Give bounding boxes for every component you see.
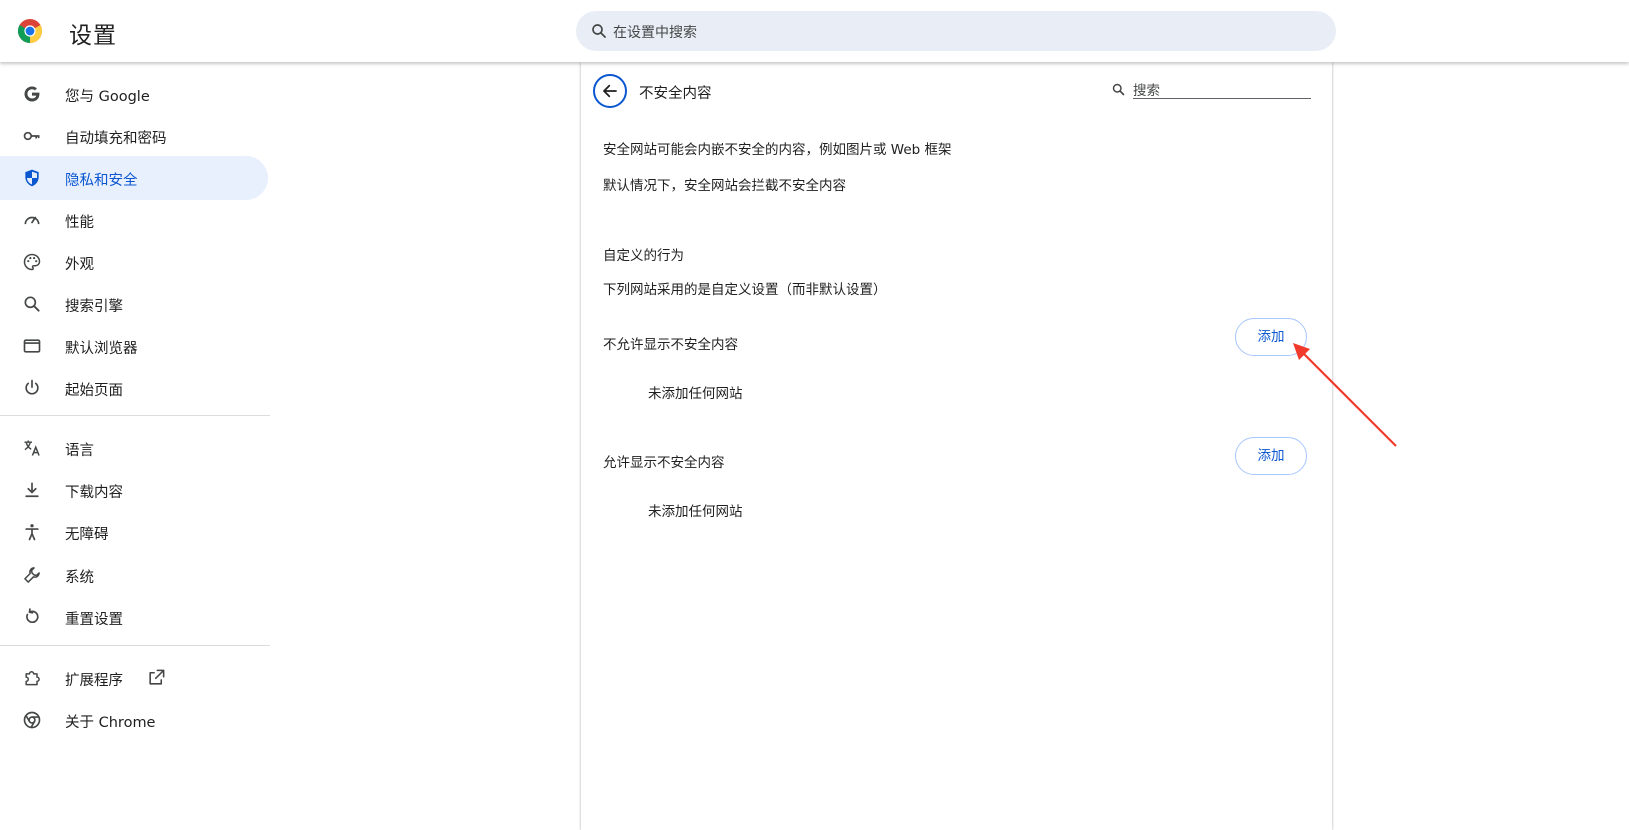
sidebar-item-label: 隐私和安全 xyxy=(65,173,138,189)
sidebar-item-languages[interactable]: 语言 xyxy=(0,426,268,470)
sidebar-item-system[interactable]: 系统 xyxy=(0,553,268,597)
sidebar-item-search-engine[interactable]: 搜索引擎 xyxy=(0,282,268,326)
puzzle-icon xyxy=(25,671,40,686)
allow-empty-text: 未添加任何网站 xyxy=(648,504,743,520)
sidebar-item-label: 起始页面 xyxy=(65,383,123,399)
open-in-new-icon xyxy=(149,669,165,685)
settings-search-placeholder[interactable]: 在设置中搜索 xyxy=(613,22,697,42)
reset-icon xyxy=(26,608,39,623)
shield-icon xyxy=(25,169,39,187)
sidebar-item-label: 重置设置 xyxy=(65,612,123,628)
sidebar-divider xyxy=(0,645,270,646)
sidebar-item-label: 系统 xyxy=(65,570,94,586)
search-icon xyxy=(1112,83,1125,96)
block-section-label: 不允许显示不安全内容 xyxy=(603,337,738,353)
sidebar-item-label: 关于 Chrome xyxy=(65,715,156,731)
sidebar-item-about-chrome[interactable]: 关于 Chrome xyxy=(0,698,268,742)
sidebar-item-label: 扩展程序 xyxy=(65,673,123,689)
sidebar-item-label: 自动填充和密码 xyxy=(65,131,167,147)
speedometer-icon xyxy=(24,216,40,225)
subpage-search-placeholder[interactable]: 搜索 xyxy=(1133,79,1160,99)
subpage-search[interactable]: 搜索 xyxy=(1111,76,1311,100)
wrench-icon xyxy=(24,567,40,583)
sidebar-item-default-browser[interactable]: 默认浏览器 xyxy=(0,324,268,368)
sidebar-item-label: 下载内容 xyxy=(65,485,123,501)
insecure-content-card: 不安全内容 搜索 安全网站可能会内嵌不安全的内容，例如图片或 Web 框架 默认… xyxy=(581,62,1332,830)
search-icon xyxy=(592,24,606,38)
sidebar-item-performance[interactable]: 性能 xyxy=(0,198,268,242)
sidebar-item-label: 无障碍 xyxy=(65,527,109,543)
description-text: 安全网站可能会内嵌不安全的内容，例如图片或 Web 框架 xyxy=(603,142,952,158)
sidebar-item-downloads[interactable]: 下载内容 xyxy=(0,468,268,512)
accessibility-icon xyxy=(25,524,39,541)
browser-window-icon xyxy=(23,339,41,353)
download-icon xyxy=(25,482,39,498)
chrome-icon xyxy=(23,711,41,729)
custom-behavior-desc: 下列网站采用的是自定义设置（而非默认设置） xyxy=(603,282,887,298)
key-icon xyxy=(23,131,40,141)
sidebar-item-extensions[interactable]: 扩展程序 xyxy=(0,656,268,700)
sidebar-item-label: 您与 Google xyxy=(65,89,150,105)
power-icon xyxy=(25,379,39,395)
add-blocked-site-button[interactable]: 添加 xyxy=(1235,318,1307,356)
add-allowed-site-button[interactable]: 添加 xyxy=(1235,437,1307,475)
sidebar-item-label: 默认浏览器 xyxy=(65,341,138,357)
sidebar-divider xyxy=(0,415,270,416)
sidebar-item-label: 搜索引擎 xyxy=(65,299,123,315)
app-title: 设置 xyxy=(69,23,117,49)
sidebar-item-autofill[interactable]: 自动填充和密码 xyxy=(0,114,268,158)
default-behavior-text: 默认情况下，安全网站会拦截不安全内容 xyxy=(603,178,846,194)
translate-icon xyxy=(24,440,40,456)
block-empty-text: 未添加任何网站 xyxy=(648,386,743,402)
sidebar: 您与 Google 自动填充和密码 隐私和安全 性能 外观 搜索引擎 默认浏览器… xyxy=(0,62,270,830)
sidebar-item-privacy[interactable]: 隐私和安全 xyxy=(0,156,268,200)
palette-icon xyxy=(23,253,41,271)
sidebar-item-accessibility[interactable]: 无障碍 xyxy=(0,510,268,554)
chrome-logo-icon xyxy=(18,19,42,43)
arrow-back-icon xyxy=(603,84,617,98)
settings-search-bar[interactable]: 在设置中搜索 xyxy=(576,11,1336,51)
sidebar-item-label: 语言 xyxy=(65,443,94,459)
sidebar-item-on-startup[interactable]: 起始页面 xyxy=(0,366,268,410)
custom-behavior-heading: 自定义的行为 xyxy=(603,248,684,264)
sidebar-item-label: 性能 xyxy=(65,215,94,231)
sidebar-item-label: 外观 xyxy=(65,257,94,273)
page-title: 不安全内容 xyxy=(639,86,712,102)
search-icon xyxy=(24,296,40,312)
sidebar-item-you-and-google[interactable]: 您与 Google xyxy=(0,72,268,116)
sidebar-item-appearance[interactable]: 外观 xyxy=(0,240,268,284)
google-g-icon xyxy=(24,86,40,102)
back-button[interactable] xyxy=(593,74,627,108)
search-underline xyxy=(1133,98,1311,99)
sidebar-item-reset[interactable]: 重置设置 xyxy=(0,595,268,639)
settings-header: 设置 在设置中搜索 xyxy=(0,0,1629,62)
allow-section-label: 允许显示不安全内容 xyxy=(603,455,725,471)
